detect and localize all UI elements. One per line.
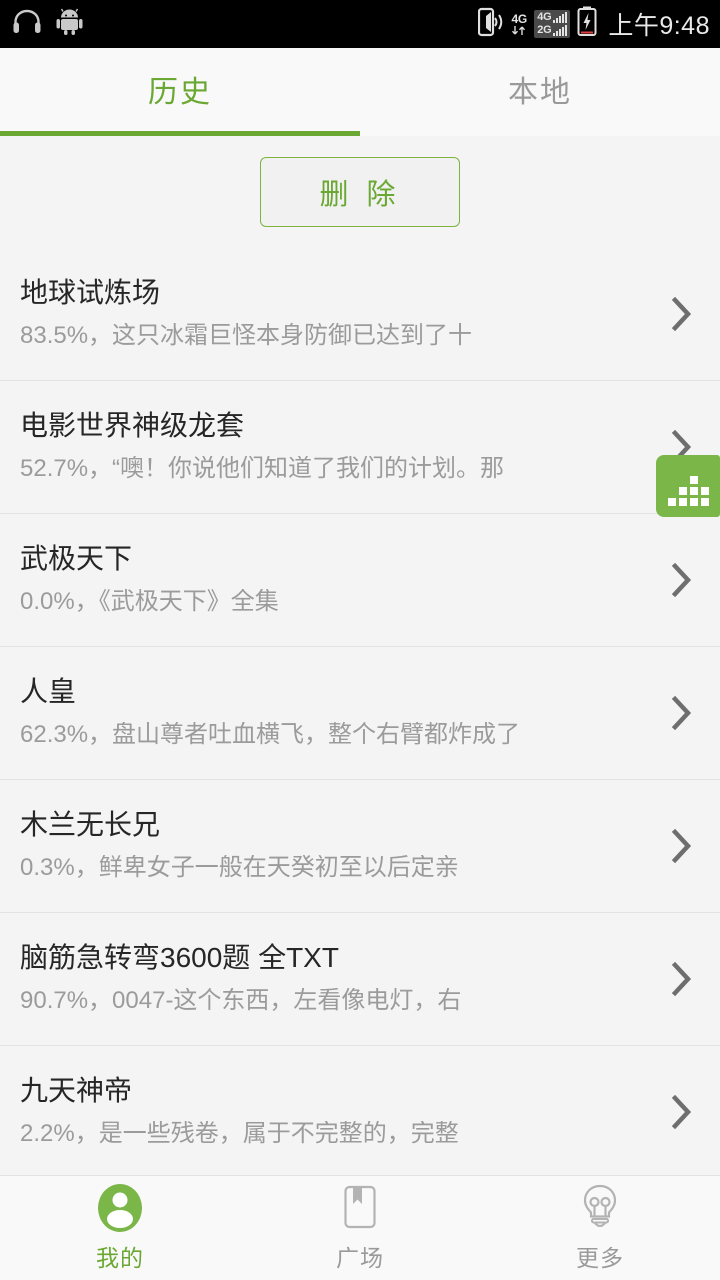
sim1-signal-bars-icon xyxy=(553,12,568,23)
battery-charging-icon xyxy=(577,6,597,42)
nav-label-more: 更多 xyxy=(576,1244,624,1271)
floating-chart-widget[interactable] xyxy=(656,455,720,517)
list-item[interactable]: 木兰无长兄 0.3%，鲜卑女子一般在天癸初至以后定亲 xyxy=(0,780,720,913)
chevron-right-icon xyxy=(662,829,702,863)
list-item-subtitle: 52.7%，“噢！你说他们知道了我们的计划。那 xyxy=(20,456,505,483)
list-item-text: 九天神帝 2.2%，是一些残卷，属于不完整的，完整 xyxy=(20,1076,662,1147)
status-bar-left-icons xyxy=(12,8,83,40)
app-root: 4G 4G 2G 上午9:48 历史 本地 删 除 地球试炼场 83.5%，这只… xyxy=(0,0,720,1280)
list-item-title: 九天神帝 xyxy=(20,1076,133,1107)
tab-history[interactable]: 历史 xyxy=(0,48,360,136)
sim2-signal-bars-icon xyxy=(553,25,568,36)
list-item[interactable]: 九天神帝 2.2%，是一些残卷，属于不完整的，完整 xyxy=(0,1046,720,1175)
chevron-right-icon xyxy=(662,1095,702,1129)
list-item-title: 人皇 xyxy=(20,677,77,708)
list-item-title: 木兰无长兄 xyxy=(20,810,161,841)
phone-vibrate-icon xyxy=(478,7,504,42)
network-type-label: 4G xyxy=(511,11,528,26)
list-item-text: 木兰无长兄 0.3%，鲜卑女子一般在天癸初至以后定亲 xyxy=(20,810,662,881)
chevron-right-icon xyxy=(662,696,702,730)
network-type-indicator: 4G xyxy=(511,13,527,36)
nav-item-plaza[interactable]: 广场 xyxy=(240,1176,480,1280)
list-item-subtitle: 0.3%，鲜卑女子一般在天癸初至以后定亲 xyxy=(20,855,459,882)
status-bar-clock: 上午9:48 xyxy=(608,12,710,40)
android-robot-icon xyxy=(56,8,83,40)
person-circle-icon xyxy=(97,1183,143,1232)
nav-item-more[interactable]: 更多 xyxy=(480,1176,720,1280)
list-item[interactable]: 电影世界神级龙套 52.7%，“噢！你说他们知道了我们的计划。那 xyxy=(0,381,720,514)
list-item-text: 武极天下 0.0%，《武极天下》全集 xyxy=(20,544,662,615)
list-item[interactable]: 脑筋急转弯3600题 全TXT 90.7%，0047-这个东西，左看像电灯，右 xyxy=(0,913,720,1046)
status-bar: 4G 4G 2G 上午9:48 xyxy=(0,0,720,48)
list-item-text: 地球试炼场 83.5%，这只冰霜巨怪本身防御已达到了十 xyxy=(20,278,662,349)
list-item-title: 电影世界神级龙套 xyxy=(20,411,245,442)
sim1-label: 4G xyxy=(537,11,552,23)
list-item-title: 脑筋急转弯3600题 全TXT xyxy=(20,943,339,974)
list-item-subtitle: 62.3%，盘山尊者吐血横飞，整个右臂都炸成了 xyxy=(20,722,521,749)
nav-label-mine: 我的 xyxy=(96,1244,144,1271)
list-item-text: 人皇 62.3%，盘山尊者吐血横飞，整个右臂都炸成了 xyxy=(20,677,662,748)
list-item-subtitle: 90.7%，0047-这个东西，左看像电灯，右 xyxy=(20,988,462,1015)
tab-active-indicator xyxy=(0,131,360,136)
list-item[interactable]: 人皇 62.3%，盘山尊者吐血横飞，整个右臂都炸成了 xyxy=(0,647,720,780)
delete-button-row: 删 除 xyxy=(0,136,720,248)
tab-local[interactable]: 本地 xyxy=(360,48,720,136)
chevron-right-icon xyxy=(662,563,702,597)
history-list[interactable]: 地球试炼场 83.5%，这只冰霜巨怪本身防御已达到了十电影世界神级龙套 52.7%，… xyxy=(0,248,720,1175)
nav-item-mine[interactable]: 我的 xyxy=(0,1176,240,1280)
bar-chart-squares-icon xyxy=(667,476,709,506)
headphone-icon xyxy=(12,9,42,40)
list-item[interactable]: 地球试炼场 83.5%，这只冰霜巨怪本身防御已达到了十 xyxy=(0,248,720,381)
sim2-label: 2G xyxy=(537,24,552,36)
list-item-title: 武极天下 xyxy=(20,544,133,575)
list-item-text: 脑筋急转弯3600题 全TXT 90.7%，0047-这个东西，左看像电灯，右 xyxy=(20,943,662,1014)
dual-sim-signal-indicator: 4G 2G xyxy=(534,10,571,38)
nav-label-plaza: 广场 xyxy=(336,1244,384,1271)
list-item-subtitle: 2.2%，是一些残卷，属于不完整的，完整 xyxy=(20,1121,459,1148)
list-item-subtitle: 83.5%，这只冰霜巨怪本身防御已达到了十 xyxy=(20,323,473,350)
tab-bar: 历史 本地 xyxy=(0,48,720,136)
bottom-navigation: 我的 广场 更多 xyxy=(0,1175,720,1280)
sim1-row: 4G xyxy=(537,11,568,23)
bookmark-book-icon xyxy=(339,1184,381,1232)
list-item-subtitle: 0.0%，《武极天下》全集 xyxy=(20,589,279,616)
status-bar-right-icons: 4G 4G 2G 上午9:48 xyxy=(478,6,710,42)
delete-button[interactable]: 删 除 xyxy=(260,157,460,227)
list-item-text: 电影世界神级龙套 52.7%，“噢！你说他们知道了我们的计划。那 xyxy=(20,411,662,482)
chevron-right-icon xyxy=(662,962,702,996)
lightbulb-icon xyxy=(579,1184,621,1232)
list-item[interactable]: 武极天下 0.0%，《武极天下》全集 xyxy=(0,514,720,647)
list-item-title: 地球试炼场 xyxy=(20,278,161,309)
data-transfer-arrows-icon xyxy=(512,25,526,35)
sim2-row: 2G xyxy=(537,24,568,36)
chevron-right-icon xyxy=(662,297,702,331)
